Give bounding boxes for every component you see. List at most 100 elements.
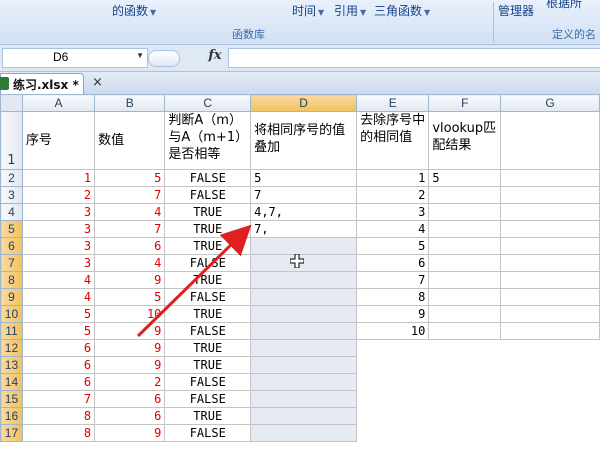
cell-e[interactable]: 7 [356, 271, 430, 289]
cell-a[interactable]: 5 [21, 305, 96, 323]
column-header-g[interactable]: G [500, 94, 600, 112]
cell-f[interactable] [428, 254, 502, 272]
row-header[interactable]: 7 [0, 254, 23, 272]
formula-bar-splitter[interactable] [148, 50, 180, 67]
cell-a[interactable]: 3 [21, 203, 96, 221]
insert-function-button[interactable]: fx [204, 48, 226, 66]
cell-c[interactable]: FALSE [164, 288, 252, 306]
cell-b[interactable]: 4 [94, 203, 166, 221]
column-header-e[interactable]: E [356, 94, 430, 112]
row-header[interactable]: 8 [0, 271, 23, 289]
cell-c[interactable]: TRUE [164, 271, 252, 289]
cell-b[interactable]: 4 [94, 254, 166, 272]
column-header-b[interactable]: B [94, 94, 166, 112]
row-header[interactable]: 13 [0, 356, 23, 374]
cell-f[interactable] [429, 408, 501, 425]
row-header[interactable]: 10 [0, 305, 23, 323]
cell-f[interactable] [428, 203, 502, 221]
cell-g[interactable] [500, 169, 600, 187]
row-header[interactable]: 11 [0, 322, 23, 340]
cell-g[interactable] [501, 391, 600, 408]
cell-g[interactable] [501, 340, 600, 357]
cell-header-b[interactable]: 数值 [94, 111, 166, 170]
formula-input[interactable] [228, 48, 600, 68]
cell-e[interactable]: 9 [356, 305, 430, 323]
cell-f[interactable] [429, 340, 501, 357]
cell-a[interactable]: 5 [21, 322, 96, 340]
cell-g[interactable] [501, 408, 600, 425]
cell-d[interactable]: 7 [250, 186, 358, 204]
cell-a[interactable]: 8 [21, 407, 96, 425]
column-header-d[interactable]: D [250, 94, 358, 112]
cell-b[interactable]: 9 [94, 356, 166, 374]
cell-header-e[interactable]: 去除序号中的相同值 [356, 111, 430, 170]
cell-e[interactable] [357, 357, 429, 374]
cell-b[interactable]: 10 [94, 305, 166, 323]
cell-c[interactable]: TRUE [164, 339, 252, 357]
ribbon-item-recent-functions[interactable]: 的函数 ▼ [112, 2, 156, 19]
cell-c[interactable]: FALSE [164, 254, 252, 272]
cell-c[interactable]: TRUE [164, 356, 252, 374]
row-header[interactable]: 2 [0, 169, 23, 187]
column-header-f[interactable]: F [428, 94, 502, 112]
cell-a[interactable]: 3 [21, 220, 96, 238]
cell-g[interactable] [501, 357, 600, 374]
chevron-down-icon[interactable]: ▼ [136, 51, 144, 60]
cell-g[interactable] [501, 425, 600, 442]
cell-g[interactable] [500, 288, 600, 306]
cell-a[interactable]: 2 [21, 186, 96, 204]
cell-b[interactable]: 9 [94, 424, 166, 442]
cell-a[interactable]: 6 [21, 356, 96, 374]
cell-f[interactable] [428, 186, 502, 204]
cell-g[interactable] [500, 271, 600, 289]
cell-b[interactable]: 5 [94, 169, 166, 187]
ribbon-item-create-from-selection[interactable]: 根据所 [546, 0, 582, 11]
cell-g[interactable] [500, 203, 600, 221]
column-header-a[interactable]: A [21, 94, 96, 112]
cell-c[interactable]: FALSE [164, 169, 252, 187]
cell-a[interactable]: 3 [21, 254, 96, 272]
cell-f[interactable] [429, 391, 501, 408]
cell-b[interactable]: 7 [94, 220, 166, 238]
ribbon-item-name-manager[interactable]: 管理器 [498, 2, 534, 19]
cell-e[interactable]: 1 [356, 169, 430, 187]
row-header[interactable]: 17 [0, 424, 23, 442]
cell-g[interactable] [500, 237, 600, 255]
cell-f[interactable] [428, 220, 502, 238]
cell-c[interactable]: TRUE [164, 237, 252, 255]
cell-c[interactable]: TRUE [164, 407, 252, 425]
cell-e[interactable] [357, 340, 429, 357]
cell-g[interactable] [500, 322, 600, 340]
cell-c[interactable]: TRUE [164, 220, 252, 238]
cell-b[interactable]: 9 [94, 271, 166, 289]
row-header[interactable]: 15 [0, 390, 23, 408]
cell-f[interactable] [428, 305, 502, 323]
cell-e[interactable]: 2 [356, 186, 430, 204]
cell-d[interactable] [250, 390, 358, 408]
cell-g[interactable] [500, 186, 600, 204]
row-header[interactable]: 4 [0, 203, 23, 221]
cell-d[interactable] [250, 424, 358, 442]
cell-f[interactable] [429, 425, 501, 442]
cell-e[interactable]: 5 [356, 237, 430, 255]
cell-d[interactable] [250, 373, 358, 391]
cell-e[interactable]: 6 [356, 254, 430, 272]
cell-c[interactable]: TRUE [164, 203, 252, 221]
cell-header-g[interactable] [500, 111, 600, 170]
ribbon-item-math[interactable]: 三角函数 ▼ [374, 2, 430, 19]
cell-a[interactable]: 8 [21, 424, 96, 442]
workbook-tab[interactable]: 练习.xlsx * [0, 73, 84, 94]
cell-header-d[interactable]: 将相同序号的值叠加 [250, 111, 358, 170]
cell-e[interactable]: 8 [356, 288, 430, 306]
cell-c[interactable]: FALSE [164, 186, 252, 204]
name-box[interactable]: D6 ▼ [2, 48, 148, 68]
cell-b[interactable]: 2 [94, 373, 166, 391]
cell-c[interactable]: FALSE [164, 322, 252, 340]
cell-e[interactable] [357, 374, 429, 391]
ribbon-item-datetime[interactable]: 时间 ▼ [292, 2, 324, 19]
cell-b[interactable]: 9 [94, 339, 166, 357]
row-header[interactable]: 1 [0, 111, 23, 170]
cell-d[interactable] [250, 305, 358, 323]
cell-f[interactable] [429, 374, 501, 391]
cell-f[interactable] [428, 271, 502, 289]
